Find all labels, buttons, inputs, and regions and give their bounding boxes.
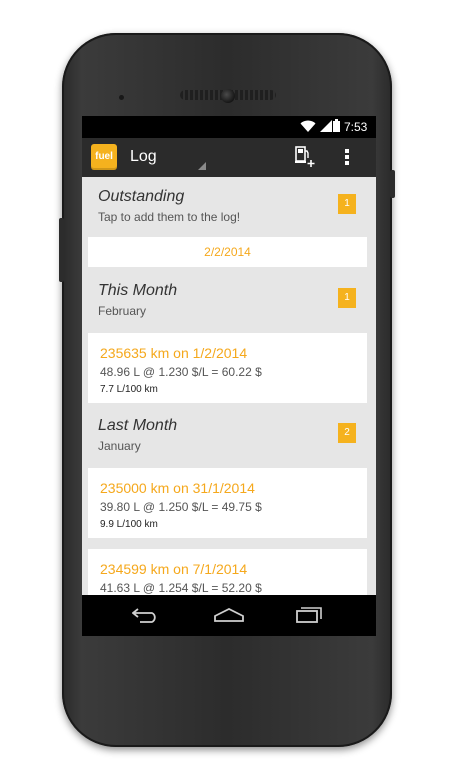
section-last-month: Last Month January 2 [82,408,376,468]
volume-button [59,218,64,282]
section-outstanding[interactable]: Outstanding Tap to add them to the log! … [82,177,376,237]
log-entry-card[interactable]: 234599 km on 7/1/2014 41.63 L @ 1.254 $/… [88,549,367,595]
section-subtitle: Tap to add them to the log! [98,210,241,224]
count-badge: 1 [338,288,356,308]
entry-efficiency: 7.7 L/100 km [100,384,158,395]
count-badge: 2 [338,423,356,443]
power-button [390,170,395,198]
entry-title: 235635 km on 1/2/2014 [100,345,248,361]
section-subtitle: February [98,304,147,318]
entry-title: 235000 km on 31/1/2014 [100,480,255,496]
back-icon[interactable] [132,607,160,623]
signal-icon [320,120,332,132]
log-entry-card[interactable]: 235000 km on 31/1/2014 39.80 L @ 1.250 $… [88,468,367,538]
page-title[interactable]: Log [130,148,157,166]
status-time: 7:53 [344,120,368,134]
section-title: Outstanding [98,188,185,205]
action-bar: fuel Log [82,138,376,177]
section-title: This Month [98,282,178,299]
entry-efficiency: 9.9 L/100 km [100,519,158,530]
home-icon[interactable] [214,608,244,622]
entry-cost-calculation: 41.63 L @ 1.254 $/L = 52.20 $ [100,581,262,595]
section-this-month: This Month February 1 [82,273,376,333]
count-badge: 1 [338,194,356,214]
spinner-indicator-icon [198,162,206,170]
status-bar: 7:53 [82,116,376,138]
front-camera [221,89,235,103]
entry-cost-calculation: 39.80 L @ 1.250 $/L = 49.75 $ [100,500,262,514]
entry-cost-calculation: 48.96 L @ 1.230 $/L = 60.22 $ [100,365,262,379]
outstanding-date-item[interactable]: 2/2/2014 [88,237,367,267]
proximity-sensor [119,95,124,100]
entry-title: 234599 km on 7/1/2014 [100,561,248,577]
phone-screen: 7:53 fuel Log Outstanding Tap to add the… [82,116,376,636]
section-title: Last Month [98,417,178,434]
overflow-menu-icon[interactable] [344,147,350,167]
section-subtitle: January [98,439,141,453]
log-entry-card[interactable]: 235635 km on 1/2/2014 48.96 L @ 1.230 $/… [88,333,367,403]
battery-icon [333,119,340,132]
fuel-pump-plus-icon[interactable] [294,146,316,168]
recent-apps-icon[interactable] [296,607,322,623]
log-list[interactable]: Outstanding Tap to add them to the log! … [82,177,376,595]
navigation-bar [82,595,376,636]
wifi-icon [300,120,316,132]
app-logo-icon[interactable]: fuel [91,144,117,170]
